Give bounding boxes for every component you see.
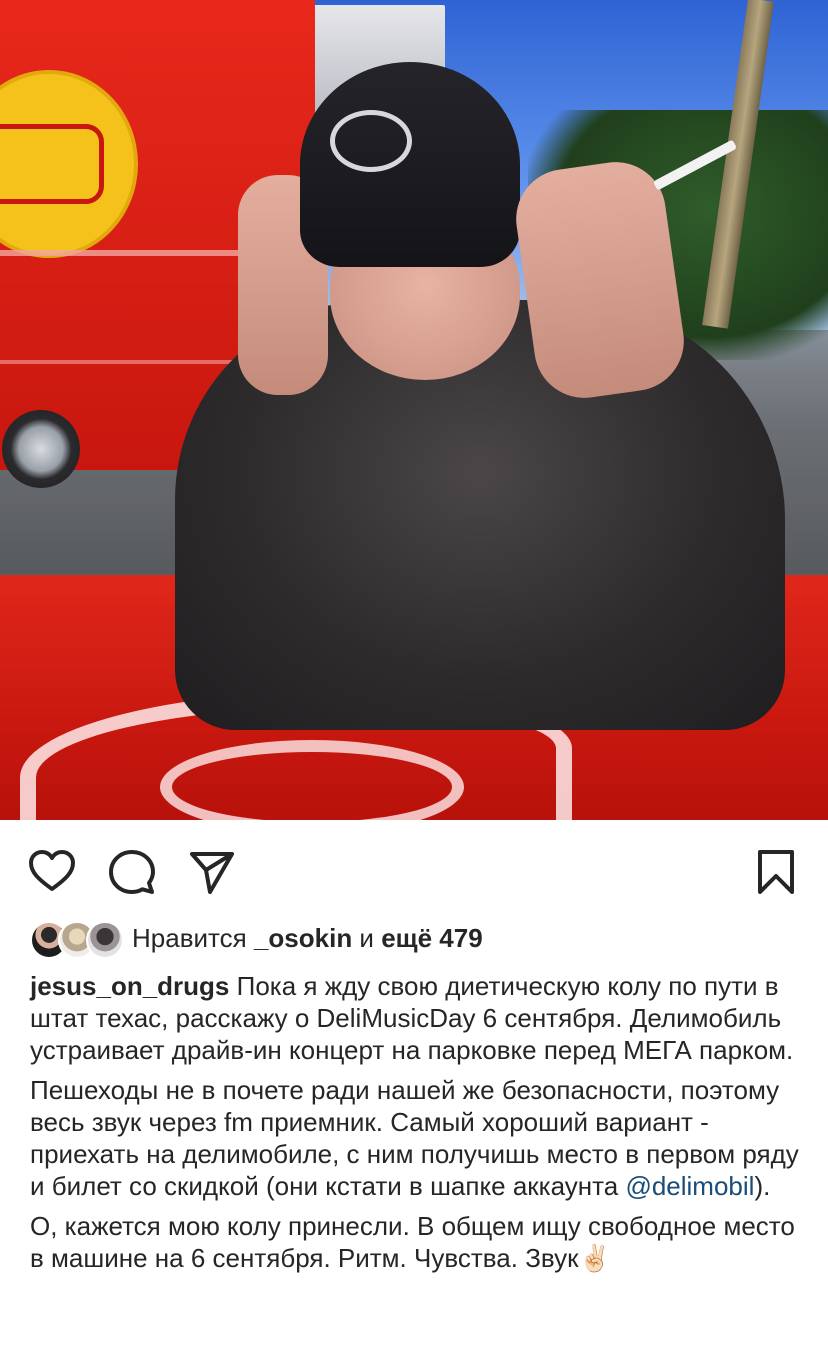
like-button[interactable]: [28, 848, 76, 896]
caption-username[interactable]: jesus_on_drugs: [30, 971, 229, 1001]
save-button[interactable]: [752, 848, 800, 896]
comment-icon: [109, 850, 155, 894]
post-photo[interactable]: [0, 0, 828, 820]
avatar: [86, 921, 124, 959]
caption-paragraph-2-end: ).: [754, 1171, 771, 1201]
post-caption: jesus_on_drugs Пока я жду свою диетическ…: [30, 970, 802, 1282]
liker-avatars: [30, 920, 124, 959]
heart-icon: [29, 850, 75, 891]
post-actions: [0, 820, 828, 920]
likes-prefix: Нравится: [132, 922, 254, 953]
van-logo: [0, 70, 138, 258]
send-icon: [190, 852, 234, 894]
person-cap: [300, 62, 520, 267]
share-button[interactable]: [188, 848, 236, 896]
liker-username[interactable]: _osokin: [254, 923, 352, 953]
cap-logo: [330, 110, 412, 172]
likes-count[interactable]: ещё 479: [381, 923, 482, 953]
mention-link[interactable]: @delimobil: [625, 1171, 754, 1201]
bookmark-icon: [758, 850, 794, 894]
likes-summary[interactable]: Нравится _osokin и ещё 479: [30, 918, 483, 959]
van-wheel: [2, 410, 80, 488]
comment-button[interactable]: [108, 848, 156, 896]
likes-middle: и: [352, 922, 382, 953]
likes-text: Нравится _osokin и ещё 479: [132, 923, 483, 954]
caption-paragraph-3: О, кажется мою колу принесли. В общем ищ…: [30, 1211, 795, 1273]
